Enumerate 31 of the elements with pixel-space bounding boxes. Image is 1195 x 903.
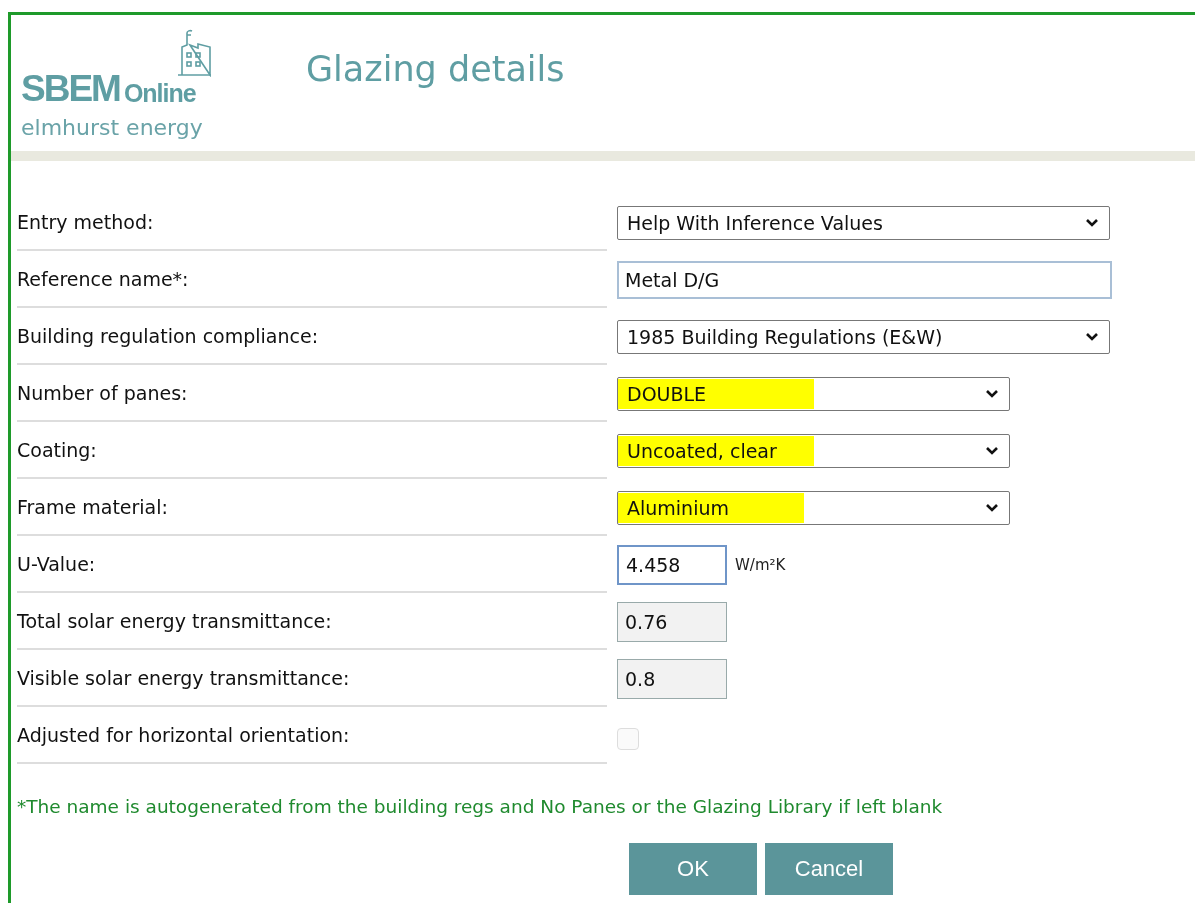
input-field[interactable]: Metal D/G (617, 260, 1112, 299)
field-label: Building regulation compliance: (17, 308, 607, 365)
dropdown[interactable]: Uncoated, clear (617, 433, 1010, 468)
input-field[interactable]: 4.458 (617, 544, 727, 585)
caret-icon (1085, 217, 1099, 228)
field-label: U-Value: (17, 536, 607, 593)
dropdown[interactable]: Help With Inference Values (617, 205, 1110, 240)
input-field[interactable]: 0.76 (617, 601, 727, 642)
logo-text: SBEM (21, 70, 120, 107)
field-label: Total solar energy transmittance: (17, 593, 607, 650)
logo-subtitle: elmhurst energy (21, 115, 204, 140)
footnote: *The name is autogenerated from the building regs and No Panes or the Glazing Library if left blank (17, 796, 944, 817)
logo-text: Online (123, 81, 196, 107)
page-title: Glazing details (306, 49, 565, 91)
dropdown[interactable]: DOUBLE (617, 376, 1010, 411)
caret-icon (985, 502, 999, 513)
unit-label: W/m²K (735, 555, 786, 574)
caret-icon (985, 445, 999, 456)
field-label: Reference name*: (17, 251, 607, 308)
field-label: Number of panes: (17, 365, 607, 422)
input-field[interactable]: 0.8 (617, 658, 727, 699)
caret-icon (985, 388, 999, 399)
field-label: Visible solar energy transmittance: (17, 650, 607, 707)
field-label: Adjusted for horizontal orientation: (17, 707, 607, 764)
caret-icon (1085, 331, 1099, 342)
factory-icon (175, 29, 212, 77)
field-label: Entry method: (17, 194, 607, 251)
field-label: Coating: (17, 422, 607, 479)
dropdown[interactable]: 1985 Building Regulations (E&W) (617, 319, 1110, 354)
dropdown[interactable]: Aluminium (617, 490, 1010, 525)
field-label: Frame material: (17, 479, 607, 536)
